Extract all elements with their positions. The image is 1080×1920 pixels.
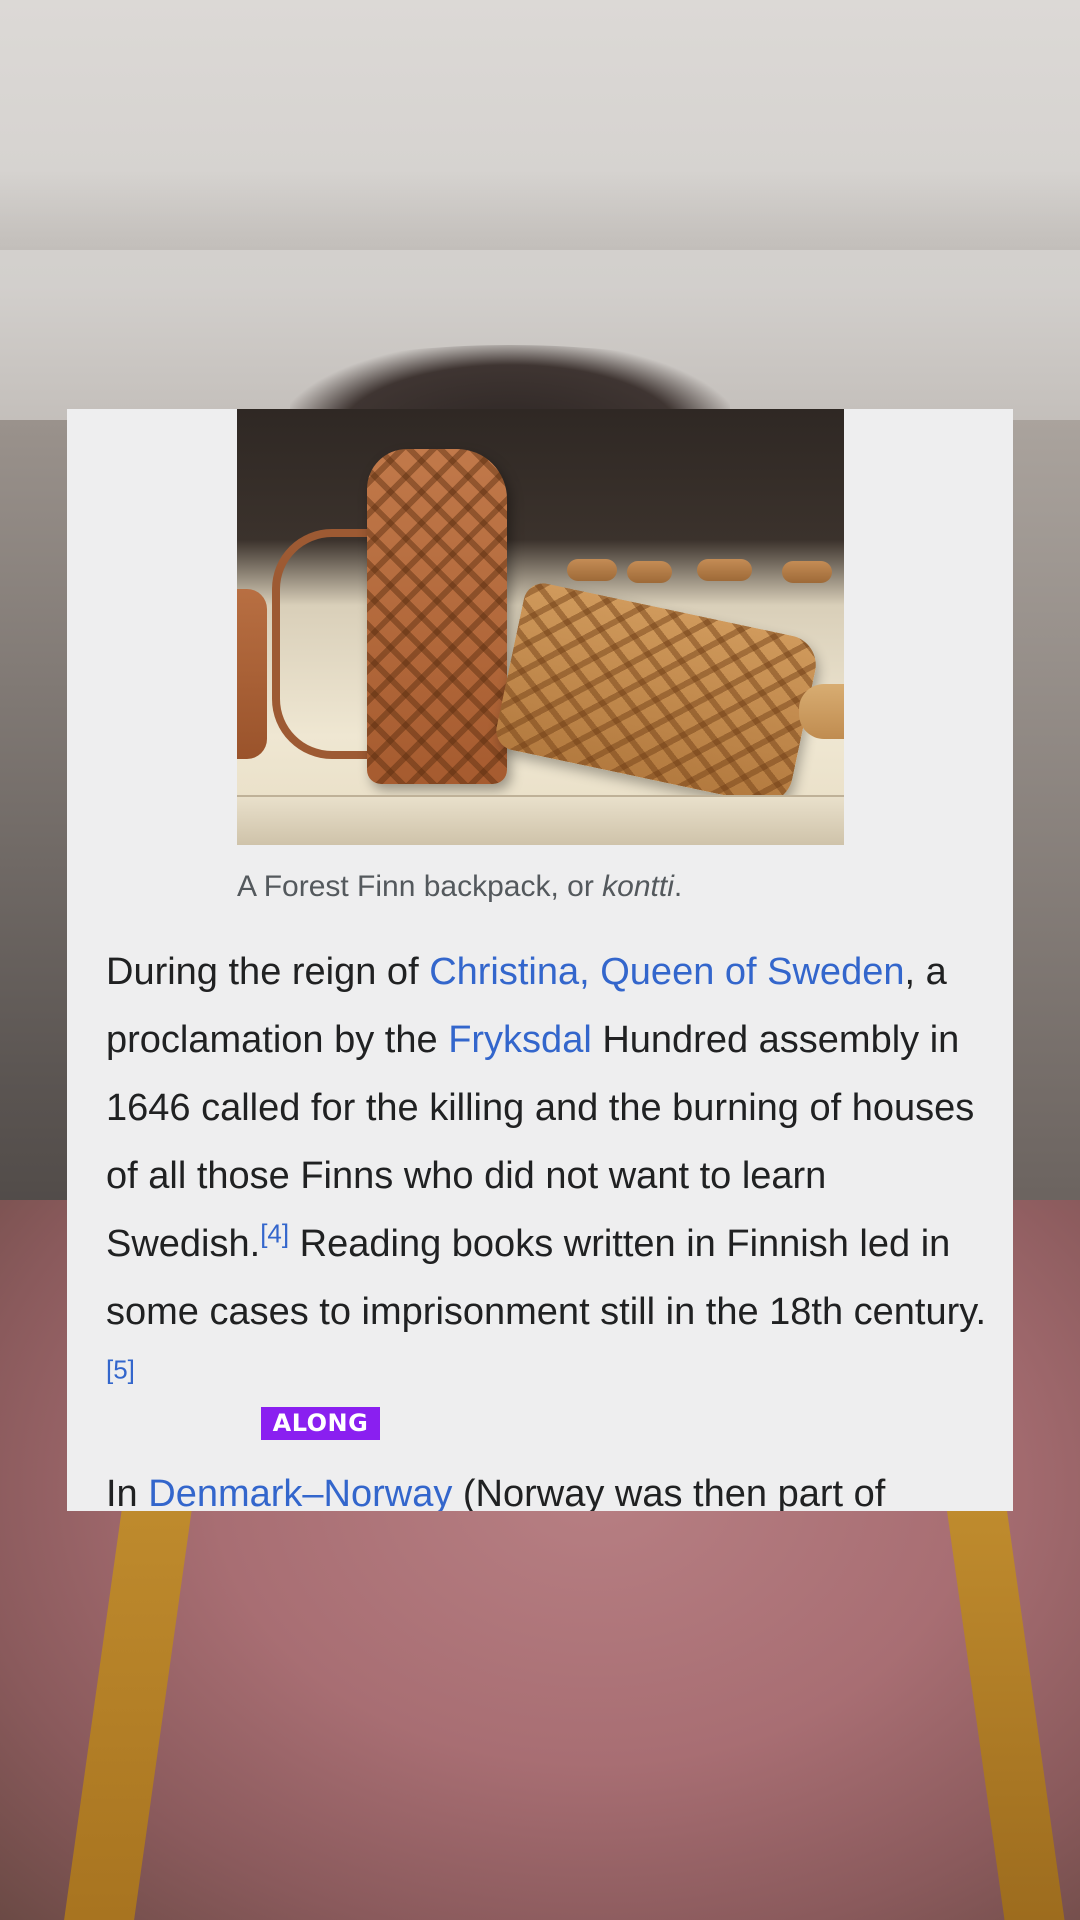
background-ceiling: [0, 170, 1080, 250]
paragraph-denmark-norway: In Denmark–Norway (Norway was then part …: [106, 1460, 986, 1511]
background-right-edge: [1010, 420, 1080, 1220]
figure-caption: A Forest Finn backpack, or kontti.: [237, 870, 683, 903]
basket-right: [799, 684, 844, 739]
kontti-photo[interactable]: [237, 409, 844, 845]
backpack-flat: [492, 579, 822, 809]
paragraph-christina: During the reign of Christina, Queen of …: [106, 951, 987, 1385]
shoe-shape: [782, 561, 832, 583]
link-christina[interactable]: Christina, Queen of Sweden: [429, 951, 904, 993]
reference-5[interactable]: [5]: [106, 1354, 135, 1384]
caption-word-badge: ALONG: [261, 1407, 380, 1440]
shoe-shape: [567, 559, 617, 581]
shoe-shape: [627, 561, 672, 583]
link-denmark-norway[interactable]: Denmark–Norway: [148, 1473, 452, 1511]
shoe-shape: [697, 559, 752, 581]
backpack-tall: [367, 449, 507, 784]
article-card: A Forest Finn backpack, or kontti. Durin…: [67, 409, 1013, 1511]
reference-4[interactable]: [4]: [260, 1218, 289, 1248]
link-fryksdal[interactable]: Fryksdal: [448, 1019, 592, 1061]
basket-left: [237, 589, 267, 759]
display-shelf: [237, 795, 844, 845]
